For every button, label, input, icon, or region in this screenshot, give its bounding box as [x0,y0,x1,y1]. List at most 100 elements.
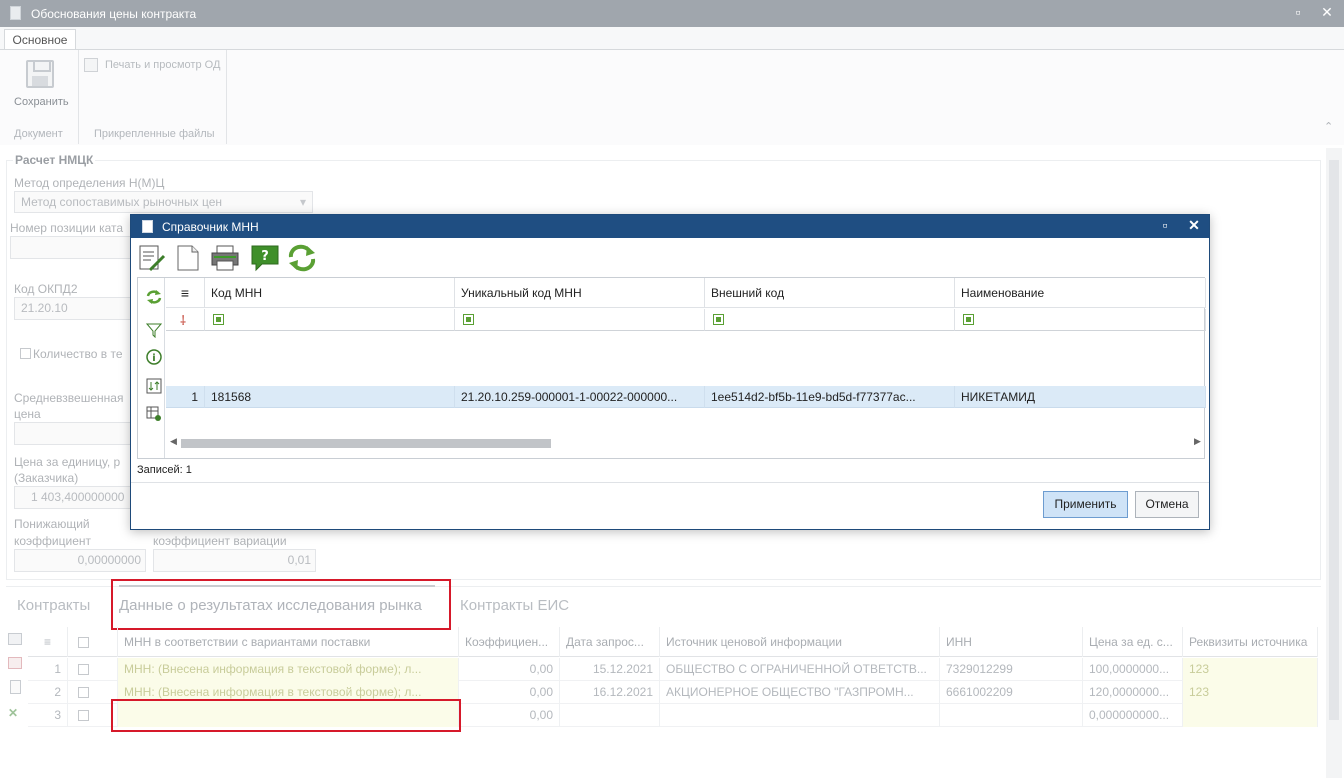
new-document-icon[interactable] [174,244,202,272]
cell-price: 0,000000000... [1083,704,1183,727]
grid-header: ≡ МНН в соответствии с вариантами постав… [28,627,1318,657]
cell-source [660,704,940,727]
cell-requisites[interactable]: 123 [1183,681,1318,704]
cell-source: ОБЩЕСТВО С ОГРАНИЧЕННОЙ ОТВЕТСТВ... [660,658,940,681]
settings-icon[interactable] [146,406,162,422]
scroll-thumb[interactable] [181,439,551,448]
table-row[interactable]: 1 МНН: (Внесена информация в текстовой ф… [28,658,1318,681]
print-icon[interactable] [210,244,239,272]
help-icon[interactable]: ? [250,244,279,272]
variation-field[interactable]: 0,01 [153,549,316,572]
cell-external-code[interactable]: 1ee514d2-bf5b-11e9-bd5d-f77377ac... [705,386,955,408]
select-all-checkbox[interactable] [68,627,118,657]
dialog-titlebar: Справочник МНН ▫ ✕ [131,215,1209,238]
col-mnn[interactable]: МНН в соответствии с вариантами поставки [118,627,459,657]
tab-eis-contracts[interactable]: Контракты ЕИС [460,597,569,614]
scroll-right-icon[interactable]: ▶ [1194,436,1201,447]
menu-icon[interactable]: ≡ [166,278,205,308]
col-code[interactable]: Код МНН [205,278,455,308]
filter-icon[interactable] [145,322,163,339]
add-row-icon[interactable] [8,633,22,645]
filter-unique-code[interactable] [455,309,705,331]
col-name[interactable]: Наименование [955,278,1206,308]
save-button[interactable]: Сохранить [10,52,70,118]
group-title: Расчет НМЦК [13,153,96,167]
refresh-icon[interactable] [146,289,162,305]
ribbon-divider [78,50,79,144]
reducing-label: Понижающий [14,517,90,531]
maximize-icon[interactable]: ▫ [1289,4,1307,20]
avg-price-label: Средневзвешенная [14,391,124,405]
scroll-left-icon[interactable]: ◀ [170,436,177,447]
method-select[interactable]: Метод сопоставимых рыночных цен ▾ [14,191,313,213]
position-field[interactable] [10,236,132,259]
cell-mnn[interactable]: МНН: (Внесена информация в текстовой фор… [118,658,459,681]
col-external-code[interactable]: Внешний код [705,278,955,308]
collapse-ribbon-icon[interactable]: ⌃ [1324,120,1333,133]
delete-row-icon[interactable] [8,657,22,669]
reducing-field[interactable]: 0,00000000 [14,549,146,572]
print-preview-icon [84,58,98,72]
cell-inn: 6661002209 [940,681,1083,704]
ribbon-body: Сохранить Печать и просмотр ОД Документ … [0,49,1344,145]
group-label-document: Документ [14,128,63,140]
avg-price-label-2: цена [14,407,41,421]
col-coef[interactable]: Коэффициен... [459,627,560,657]
table-row[interactable]: 1 181568 21.20.10.259-000001-1-00022-000… [166,332,1206,408]
filter-name[interactable] [955,309,1206,331]
sort-icon[interactable] [146,378,162,394]
variation-label: коэффициент вариации [153,534,287,548]
cell-name[interactable]: НИКЕТАМИД [955,386,1206,408]
cell-code[interactable]: 181568 [205,386,455,408]
records-count: Записей: 1 [137,464,192,476]
quantity-checkbox[interactable] [20,348,31,362]
okpd-field[interactable]: 21.20.10 [14,297,132,320]
col-inn[interactable]: ИНН [940,627,1083,657]
cell-price: 120,0000000... [1083,681,1183,704]
apply-button[interactable]: Применить [1043,491,1128,518]
col-date[interactable]: Дата запрос... [560,627,660,657]
col-source[interactable]: Источник ценовой информации [660,627,940,657]
status-bar: Записей: 1 [131,459,1209,483]
tab-main[interactable]: Основное [4,29,76,50]
grid-side-toolbar: i [138,278,165,458]
horizontal-scrollbar[interactable]: ◀ ▶ [166,436,1204,450]
row-checkbox[interactable] [68,658,118,681]
okpd-label: Код ОКПД2 [14,282,78,296]
highlight-cell-box [111,699,461,732]
refresh-icon[interactable] [286,244,316,272]
avg-price-field[interactable] [14,422,132,445]
main-scroll-thumb[interactable] [1329,160,1339,720]
copy-icon[interactable] [10,680,21,694]
clear-filter-icon[interactable]: ⸸ [166,309,205,331]
unit-price-field[interactable]: 1 403,400000000 [14,486,132,509]
main-scrollbar[interactable] [1326,148,1342,778]
print-label: Печать и просмотр ОД [105,59,221,71]
tab-contracts[interactable]: Контракты [17,597,90,614]
reducing-value: 0,00000000 [77,553,141,567]
cell-unique-code[interactable]: 21.20.10.259-000001-1-00022-000000... [455,386,705,408]
window-titlebar: Обоснования цены контракта ▫ ✕ [0,0,1344,27]
cell-requisites[interactable]: 123 [1183,658,1318,681]
cell-source: АКЦИОНЕРНОЕ ОБЩЕСТВО "ГАЗПРОМН... [660,681,940,704]
close-icon[interactable]: ✕ [1318,4,1336,21]
document-icon [10,6,21,20]
filter-code[interactable] [205,309,455,331]
col-price[interactable]: Цена за ед. с... [1083,627,1183,657]
maximize-icon[interactable]: ▫ [1157,217,1173,233]
col-unique-code[interactable]: Уникальный код МНН [455,278,705,308]
cell-requisites[interactable] [1183,704,1318,727]
menu-icon[interactable]: ≡ [28,627,68,657]
highlight-tab-box [111,579,451,630]
excel-export-icon[interactable]: ✕ [8,706,18,720]
info-icon[interactable]: i [146,349,162,365]
row-number: 2 [28,681,68,704]
filter-external-code[interactable] [705,309,955,331]
close-icon[interactable]: ✕ [1186,217,1202,234]
cell-inn: 7329012299 [940,658,1083,681]
cell-coef: 0,00 [459,704,560,727]
col-requisites[interactable]: Реквизиты источника [1183,627,1318,657]
dialog-icon [142,220,153,233]
cancel-button[interactable]: Отмена [1135,491,1199,518]
edit-document-icon[interactable] [138,244,166,272]
